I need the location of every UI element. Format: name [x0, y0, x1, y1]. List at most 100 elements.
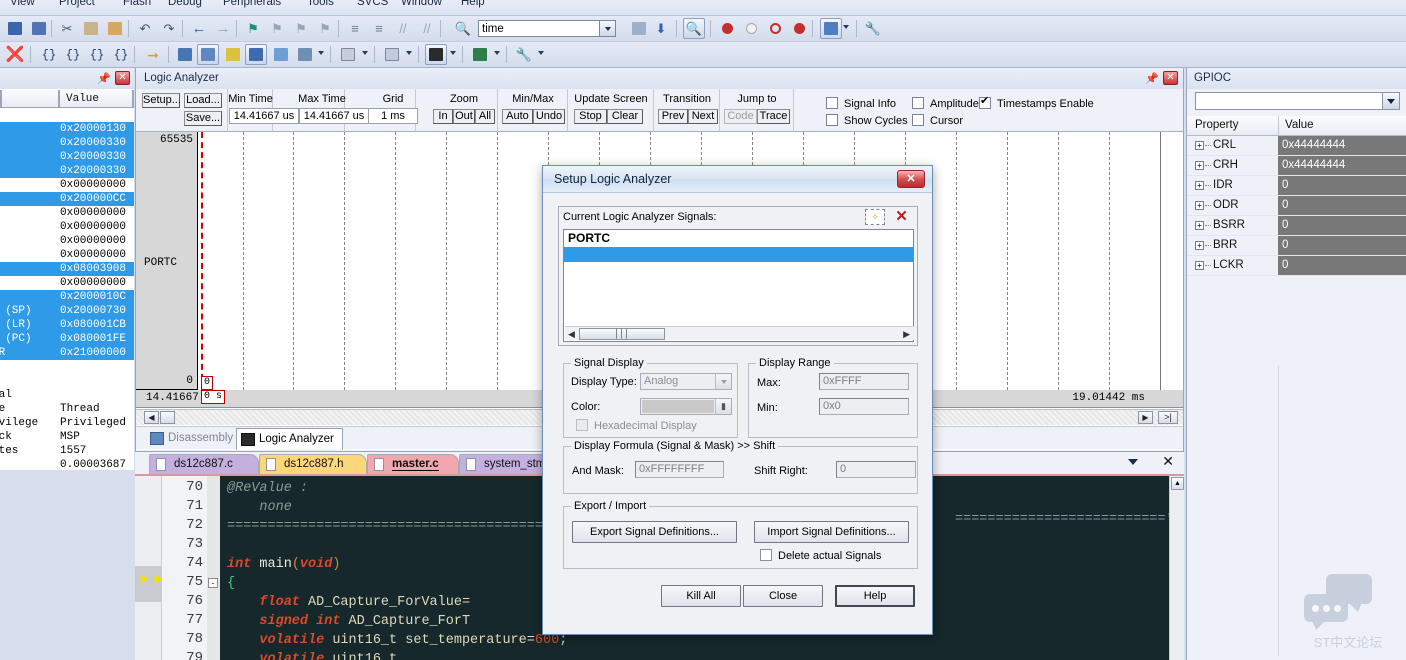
- gpioc-row-value[interactable]: 0: [1278, 256, 1406, 275]
- menu-item-svcs[interactable]: SVCS: [357, 0, 388, 8]
- minmax-undo-button[interactable]: Undo: [533, 109, 565, 124]
- insert-bp-icon[interactable]: {}: [38, 44, 60, 65]
- register-row[interactable]: 0x20000330: [0, 150, 134, 164]
- toolbox-icon[interactable]: 🔧: [513, 44, 535, 65]
- menu-item-window[interactable]: Window: [401, 0, 442, 8]
- signal-info-checkbox[interactable]: [826, 97, 838, 109]
- menu-item-debug[interactable]: Debug: [168, 0, 202, 8]
- window-layout-icon[interactable]: [820, 18, 842, 39]
- register-row[interactable]: 0x00000000: [0, 248, 134, 262]
- register-row[interactable]: 4 (LR) 0x080001CB: [0, 318, 134, 332]
- update-clear-button[interactable]: Clear: [607, 109, 643, 124]
- register-row[interactable]: SR 0x21000000: [0, 346, 134, 360]
- chevron-down-icon[interactable]: [715, 374, 731, 389]
- breakpoint-off-icon[interactable]: [740, 18, 762, 39]
- register-row[interactable]: ivilege Privileged: [0, 416, 134, 430]
- gpioc-row-value[interactable]: 0: [1278, 216, 1406, 235]
- register-row[interactable]: m: [0, 374, 134, 388]
- setup-button[interactable]: Setup...: [142, 93, 181, 108]
- gpioc-row-value[interactable]: 0x44444444: [1278, 156, 1406, 175]
- register-row[interactable]: 20x2000010C: [0, 290, 134, 304]
- kill-all-bp-icon[interactable]: {}: [62, 44, 84, 65]
- navigate-forward-icon[interactable]: →: [212, 18, 234, 39]
- gpioc-row[interactable]: + LCKR 0: [1187, 256, 1406, 276]
- zoom-out-button[interactable]: Out: [453, 109, 475, 124]
- pin-icon[interactable]: 📌: [97, 72, 111, 85]
- bookmark-icon[interactable]: ⚑: [242, 18, 264, 39]
- breakpoint-kill-icon[interactable]: [788, 18, 810, 39]
- menu-item-project[interactable]: Project: [59, 0, 95, 8]
- chevron-down-icon[interactable]: [406, 51, 412, 55]
- breakpoint-disable-icon[interactable]: [764, 18, 786, 39]
- navigate-back-icon[interactable]: ←: [188, 18, 210, 39]
- max-time-value[interactable]: 14.41667 us: [299, 108, 369, 124]
- editor-tab-ds12c887-h[interactable]: ds12c887.h: [259, 454, 367, 474]
- save-button[interactable]: Save...: [184, 111, 222, 126]
- register-row[interactable]: d: [0, 360, 134, 374]
- breakpoint-icon[interactable]: [716, 18, 738, 39]
- gpioc-row[interactable]: + ODR 0: [1187, 196, 1406, 216]
- disassembly-icon[interactable]: [197, 44, 219, 65]
- bookmark-next-icon[interactable]: ⚑: [266, 18, 288, 39]
- registers-icon[interactable]: [245, 44, 267, 65]
- gpioc-row[interactable]: + CRL 0x44444444: [1187, 136, 1406, 156]
- chevron-down-icon[interactable]: [318, 51, 324, 55]
- chevron-down-icon[interactable]: [450, 51, 456, 55]
- undo-icon[interactable]: ↶: [134, 18, 156, 39]
- delete-actual-signals-checkbox[interactable]: [760, 549, 772, 561]
- save-icon[interactable]: [4, 18, 26, 39]
- gpioc-rows[interactable]: + CRL 0x44444444 + CRH 0x44444444 + IDR 0 + ODR 0 + B…: [1187, 136, 1406, 366]
- disable-all-bp-icon[interactable]: {}: [110, 44, 132, 65]
- signal-list-item[interactable]: PORTC: [564, 230, 913, 247]
- expand-icon[interactable]: +: [1195, 241, 1204, 250]
- tab-disassembly[interactable]: Disassembly: [146, 428, 241, 450]
- serial-icon[interactable]: [381, 44, 403, 65]
- delete-signal-icon[interactable]: ✕: [892, 208, 911, 226]
- expand-icon[interactable]: +: [1195, 161, 1204, 170]
- disable-bp-icon[interactable]: {}: [86, 44, 108, 65]
- transition-next-button[interactable]: Next: [688, 109, 718, 124]
- pin-icon[interactable]: 📌: [1145, 72, 1159, 85]
- comment-icon[interactable]: //: [392, 18, 414, 39]
- update-stop-button[interactable]: Stop: [574, 109, 607, 124]
- register-row[interactable]: 0x20000330: [0, 164, 134, 178]
- gpioc-row-value[interactable]: 0x44444444: [1278, 136, 1406, 155]
- and-mask-input[interactable]: 0xFFFFFFFF: [635, 461, 724, 478]
- register-row[interactable]: ack MSP: [0, 430, 134, 444]
- register-rows[interactable]: 0x20000130 0x20000330 0x20000330 0x20000330…: [0, 108, 134, 470]
- register-row[interactable]: 0x00000000: [0, 220, 134, 234]
- expand-icon[interactable]: +: [1195, 181, 1204, 190]
- scroll-up-button[interactable]: ▲: [1171, 477, 1184, 490]
- register-row[interactable]: [0, 108, 134, 122]
- gpioc-row-value[interactable]: 0: [1278, 176, 1406, 195]
- max-input[interactable]: 0xFFFF: [819, 373, 909, 390]
- chevron-down-icon[interactable]: [1382, 93, 1399, 109]
- chevron-down-icon[interactable]: [843, 25, 849, 29]
- outdent-icon[interactable]: ≡: [368, 18, 390, 39]
- timestamps-enable-checkbox[interactable]: [979, 95, 991, 109]
- register-row[interactable]: ates 1557: [0, 444, 134, 458]
- run-to-cursor-icon[interactable]: ➞: [142, 44, 164, 65]
- copy-icon[interactable]: [80, 18, 102, 39]
- register-row[interactable]: 0x00000000: [0, 178, 134, 192]
- search-input[interactable]: [479, 21, 599, 36]
- gpioc-row[interactable]: + BSRR 0: [1187, 216, 1406, 236]
- display-type-select[interactable]: Analog: [640, 373, 732, 390]
- minmax-auto-button[interactable]: Auto: [502, 109, 533, 124]
- editor-fold-margin[interactable]: [207, 476, 220, 660]
- analysis-icon[interactable]: [425, 44, 447, 65]
- chevron-down-icon[interactable]: [362, 51, 368, 55]
- expand-icon[interactable]: +: [1195, 141, 1204, 150]
- chevron-down-icon[interactable]: [1128, 459, 1138, 465]
- new-signal-icon[interactable]: ✧: [865, 209, 885, 225]
- search-combo[interactable]: [478, 20, 616, 37]
- register-row[interactable]: de Thread: [0, 402, 134, 416]
- register-row[interactable]: 0x20000330: [0, 136, 134, 150]
- register-row[interactable]: 0x200000CC: [0, 192, 134, 206]
- close-icon[interactable]: ✕: [115, 71, 130, 85]
- register-row[interactable]: 0x00000000: [0, 206, 134, 220]
- fold-toggle-icon[interactable]: -: [208, 578, 218, 588]
- gpioc-row-value[interactable]: 0: [1278, 196, 1406, 215]
- gpioc-row[interactable]: + IDR 0: [1187, 176, 1406, 196]
- zoom-in-button[interactable]: In: [433, 109, 453, 124]
